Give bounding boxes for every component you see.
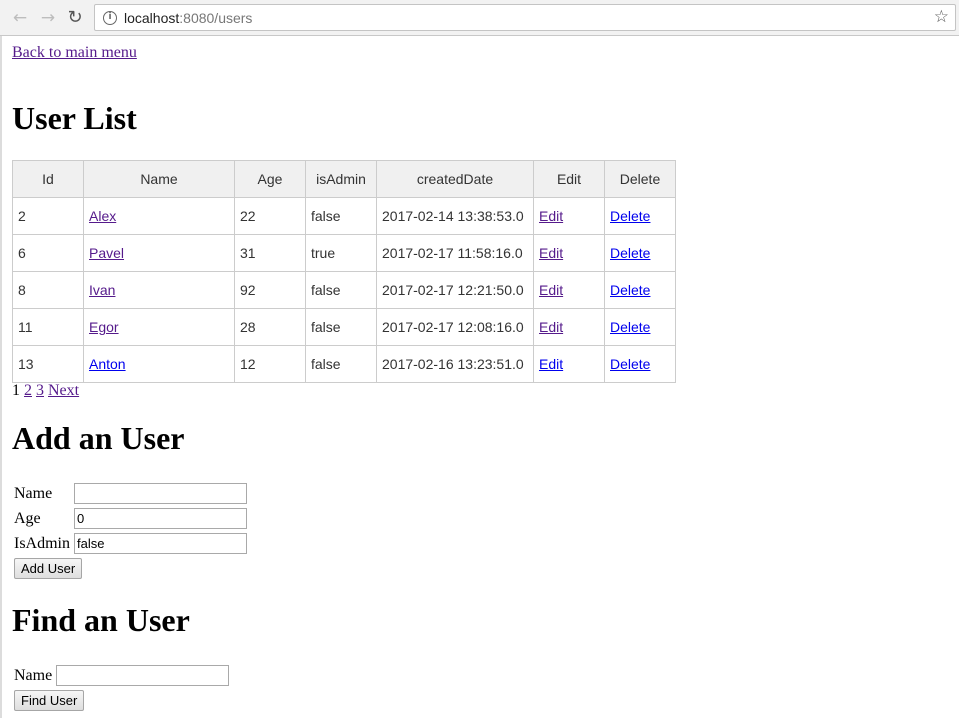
find-user-button[interactable]: Find User xyxy=(14,690,85,711)
cell-name: Ivan xyxy=(83,271,235,309)
table-row: 2 Alex 22 false 2017-02-14 13:38:53.0 Ed… xyxy=(12,197,676,235)
edit-link[interactable]: Edit xyxy=(539,282,563,298)
column-header-created-date: createdDate xyxy=(376,160,534,198)
star-icon[interactable]: ☆ xyxy=(934,7,949,27)
column-header-name: Name xyxy=(83,160,235,198)
url-text[interactable]: localhost:8080/users xyxy=(124,10,252,26)
edit-link[interactable]: Edit xyxy=(539,356,563,372)
cell-edit: Edit xyxy=(533,197,605,235)
cell-id: 8 xyxy=(12,271,84,309)
delete-link[interactable]: Delete xyxy=(610,356,650,372)
cell-is-admin: false xyxy=(305,271,377,309)
url-path: :8080/users xyxy=(179,10,253,26)
find-name-input[interactable] xyxy=(56,665,230,686)
cell-name: Anton xyxy=(83,345,235,383)
page-content: Back to main menu User List Id Name Age … xyxy=(0,36,959,718)
column-header-is-admin: isAdmin xyxy=(305,160,377,198)
delete-link[interactable]: Delete xyxy=(610,208,650,224)
table-row: 8 Ivan 92 false 2017-02-17 12:21:50.0 Ed… xyxy=(12,271,676,309)
cell-created-date: 2017-02-14 13:38:53.0 xyxy=(376,197,534,235)
cell-age: 92 xyxy=(234,271,306,309)
add-user-heading: Add an User xyxy=(12,420,185,456)
table-row: 13 Anton 12 false 2017-02-16 13:23:51.0 … xyxy=(12,345,676,383)
add-name-input[interactable] xyxy=(74,483,247,504)
delete-link[interactable]: Delete xyxy=(610,245,650,261)
find-user-form: Name Find User xyxy=(12,663,231,713)
cell-delete: Delete xyxy=(604,345,676,383)
pagination: 1 2 3 Next xyxy=(12,382,79,400)
cell-created-date: 2017-02-17 11:58:16.0 xyxy=(376,234,534,272)
current-page: 1 xyxy=(12,382,20,399)
page-link-2[interactable]: 2 xyxy=(24,382,32,399)
add-user-button[interactable]: Add User xyxy=(14,558,83,579)
age-label: Age xyxy=(14,509,41,527)
add-age-input[interactable] xyxy=(74,508,247,529)
cell-is-admin: false xyxy=(305,308,377,346)
back-arrow-icon[interactable]: ← xyxy=(8,6,32,30)
reload-icon[interactable]: ↻ xyxy=(63,6,87,30)
cell-edit: Edit xyxy=(533,271,605,309)
find-user-heading: Find an User xyxy=(12,602,190,638)
user-table: Id Name Age isAdmin createdDate Edit Del… xyxy=(12,160,676,383)
cell-name: Pavel xyxy=(83,234,235,272)
user-name-link[interactable]: Alex xyxy=(89,208,116,224)
user-list-heading: User List xyxy=(12,100,137,136)
cell-is-admin: false xyxy=(305,345,377,383)
info-icon[interactable]: i xyxy=(103,11,117,25)
cell-delete: Delete xyxy=(604,271,676,309)
add-user-form: Name Age IsAdmin Add User xyxy=(12,481,249,581)
name-label: Name xyxy=(14,484,53,502)
cell-is-admin: false xyxy=(305,197,377,235)
page-link-3[interactable]: 3 xyxy=(36,382,44,399)
table-row: 6 Pavel 31 true 2017-02-17 11:58:16.0 Ed… xyxy=(12,234,676,272)
column-header-edit: Edit xyxy=(533,160,605,198)
delete-link[interactable]: Delete xyxy=(610,282,650,298)
browser-toolbar: ← → ↻ i localhost:8080/users ☆ xyxy=(0,0,959,36)
cell-delete: Delete xyxy=(604,308,676,346)
cell-id: 6 xyxy=(12,234,84,272)
column-header-delete: Delete xyxy=(604,160,676,198)
cell-name: Egor xyxy=(83,308,235,346)
cell-name: Alex xyxy=(83,197,235,235)
add-is-admin-input[interactable] xyxy=(74,533,247,554)
forward-arrow-icon[interactable]: → xyxy=(36,6,60,30)
user-name-link[interactable]: Egor xyxy=(89,319,119,335)
url-host: localhost xyxy=(124,10,180,26)
cell-id: 11 xyxy=(12,308,84,346)
cell-is-admin: true xyxy=(305,234,377,272)
cell-age: 22 xyxy=(234,197,306,235)
find-name-label: Name xyxy=(14,666,53,684)
cell-id: 2 xyxy=(12,197,84,235)
user-name-link[interactable]: Ivan xyxy=(89,282,115,298)
back-to-main-menu-link[interactable]: Back to main menu xyxy=(12,44,137,62)
cell-created-date: 2017-02-17 12:08:16.0 xyxy=(376,308,534,346)
address-bar[interactable]: i localhost:8080/users ☆ xyxy=(94,4,956,31)
cell-created-date: 2017-02-16 13:23:51.0 xyxy=(376,345,534,383)
cell-age: 31 xyxy=(234,234,306,272)
table-header-row: Id Name Age isAdmin createdDate Edit Del… xyxy=(12,160,676,198)
edit-link[interactable]: Edit xyxy=(539,245,563,261)
column-header-age: Age xyxy=(234,160,306,198)
cell-created-date: 2017-02-17 12:21:50.0 xyxy=(376,271,534,309)
cell-delete: Delete xyxy=(604,197,676,235)
column-header-id: Id xyxy=(12,160,84,198)
user-name-link[interactable]: Anton xyxy=(89,356,126,372)
cell-id: 13 xyxy=(12,345,84,383)
delete-link[interactable]: Delete xyxy=(610,319,650,335)
cell-edit: Edit xyxy=(533,234,605,272)
cell-delete: Delete xyxy=(604,234,676,272)
user-name-link[interactable]: Pavel xyxy=(89,245,124,261)
cell-age: 12 xyxy=(234,345,306,383)
cell-edit: Edit xyxy=(533,308,605,346)
is-admin-label: IsAdmin xyxy=(14,534,70,552)
table-row: 11 Egor 28 false 2017-02-17 12:08:16.0 E… xyxy=(12,308,676,346)
next-page-link[interactable]: Next xyxy=(48,382,79,399)
cell-age: 28 xyxy=(234,308,306,346)
edit-link[interactable]: Edit xyxy=(539,208,563,224)
edit-link[interactable]: Edit xyxy=(539,319,563,335)
cell-edit: Edit xyxy=(533,345,605,383)
